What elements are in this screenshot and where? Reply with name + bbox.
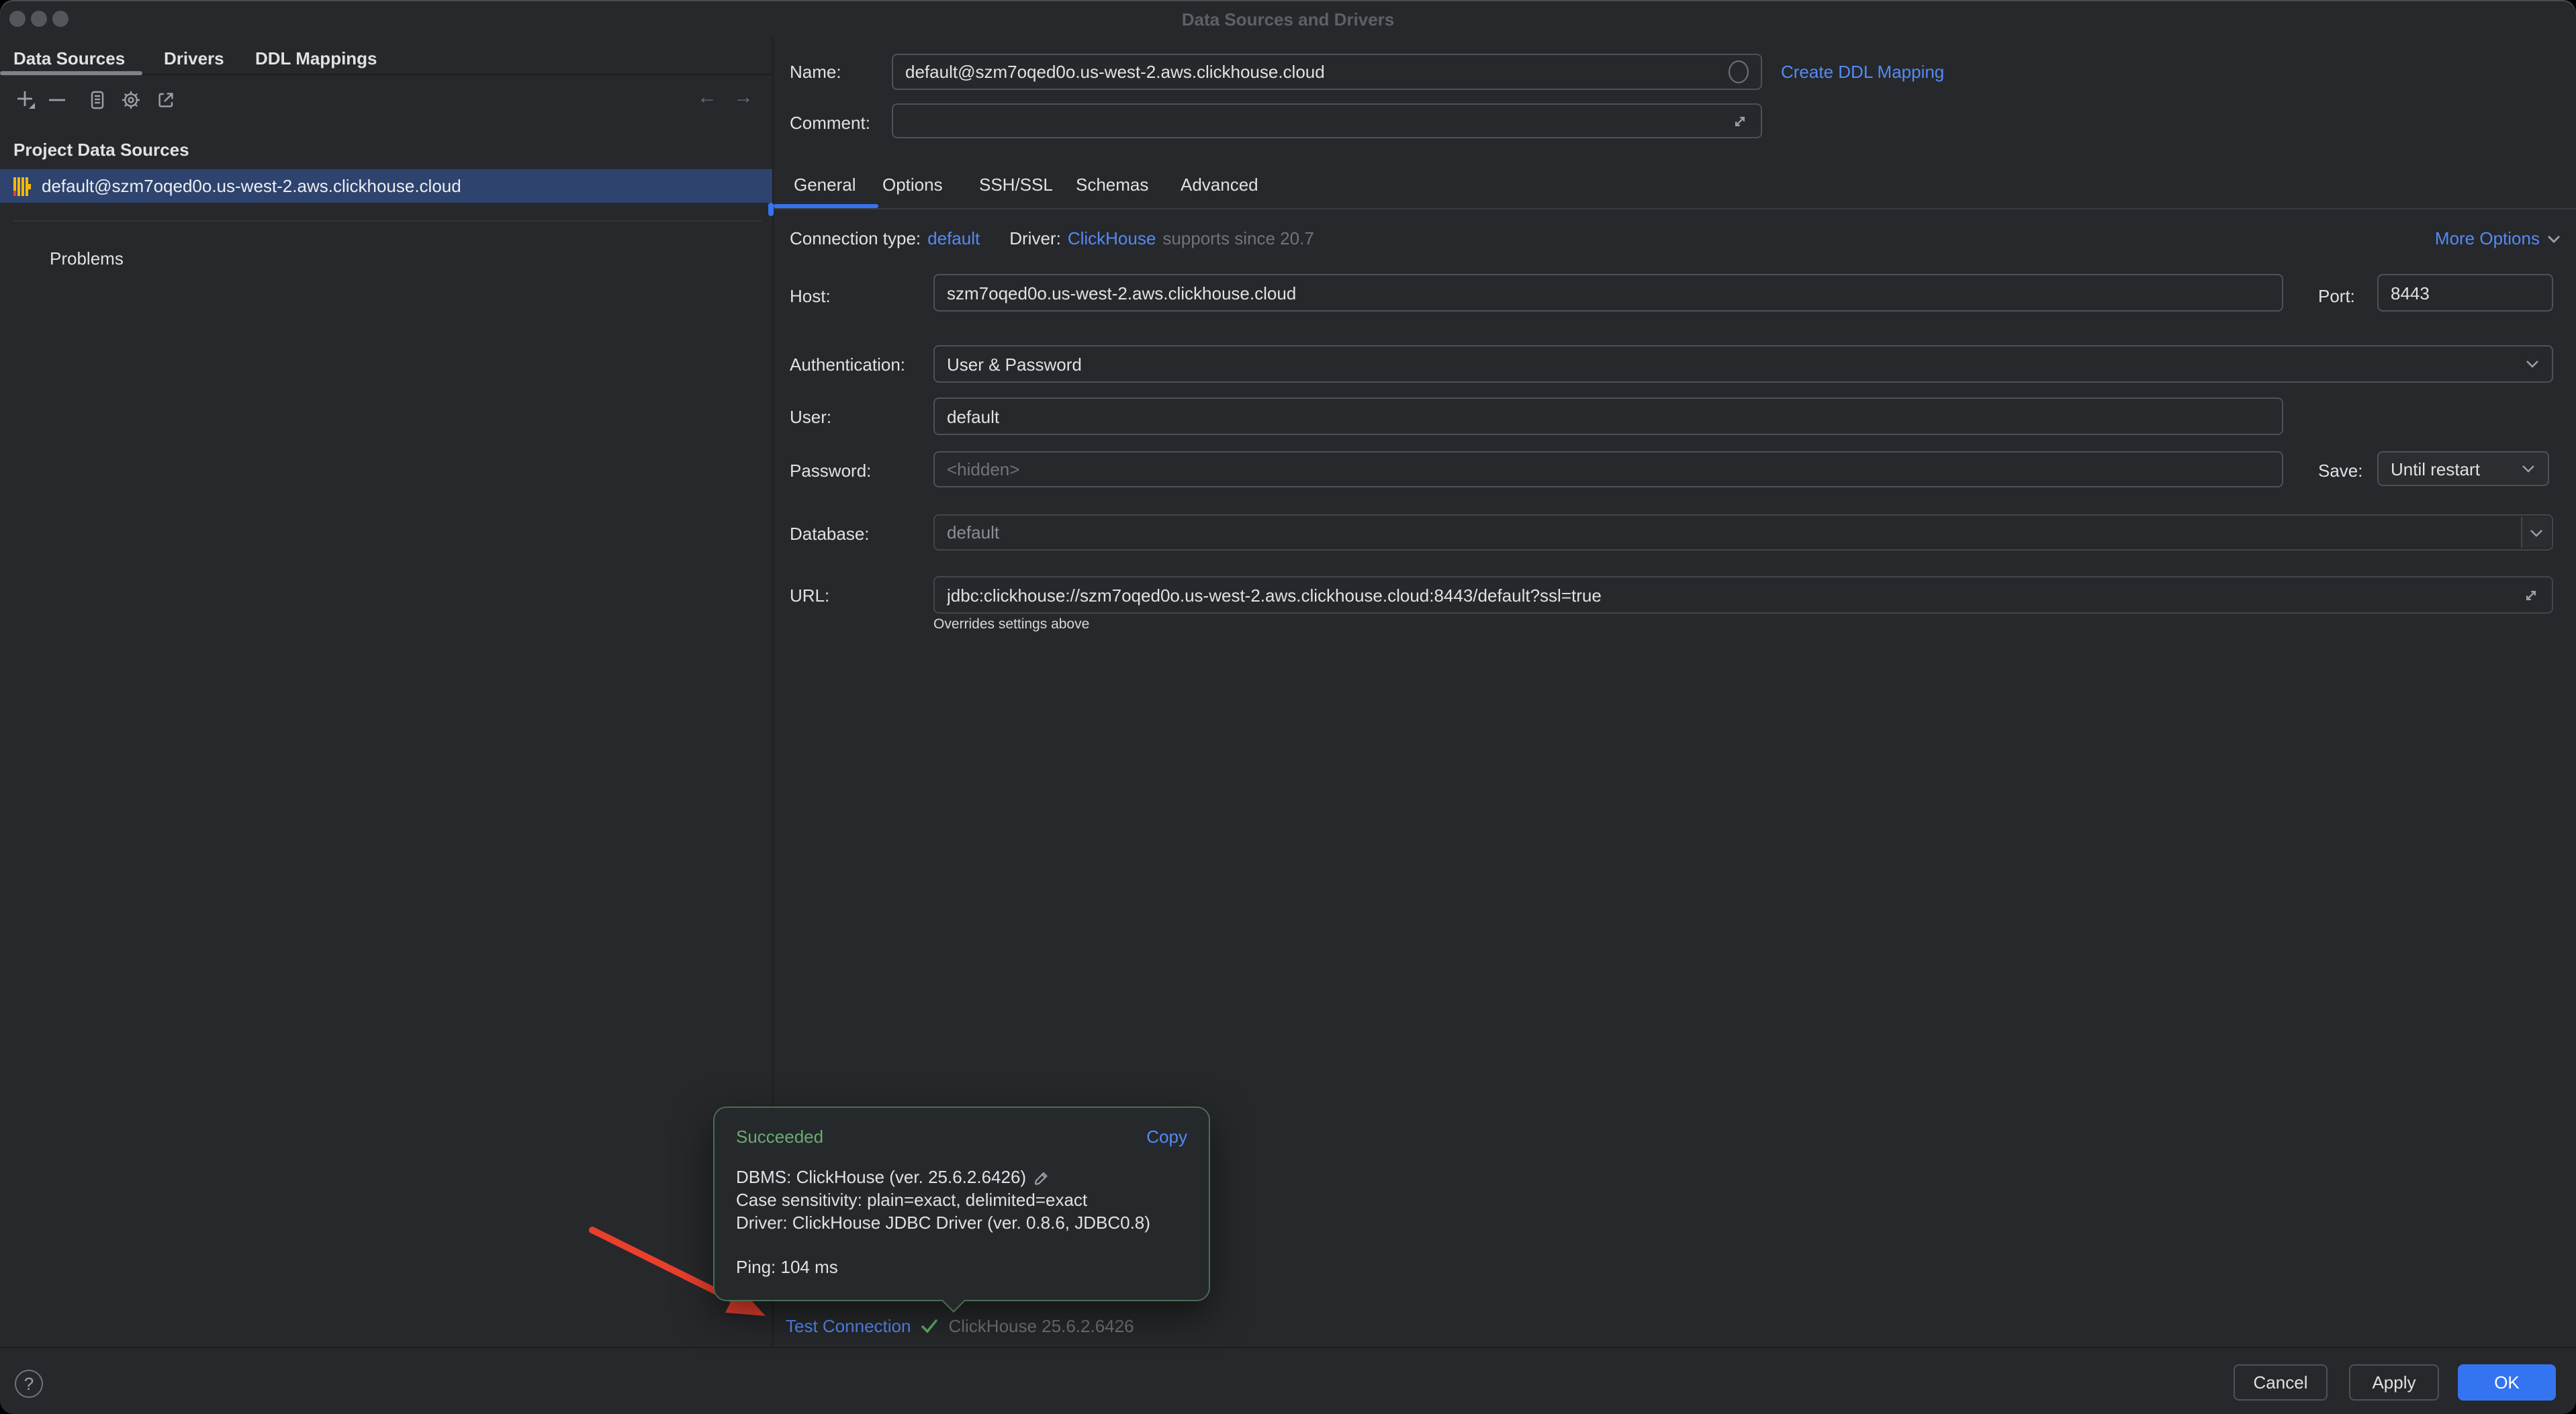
- user-input[interactable]: default: [933, 397, 2283, 435]
- problems-section-header[interactable]: Problems: [50, 248, 124, 269]
- more-options-label: More Options: [2435, 228, 2540, 248]
- help-button[interactable]: ?: [15, 1370, 43, 1398]
- driver-line: Driver: ClickHouse JDBC Driver (ver. 0.8…: [736, 1213, 1150, 1233]
- active-tab-underline: [0, 71, 142, 75]
- port-input[interactable]: 8443: [2377, 274, 2553, 312]
- authentication-value: User & Password: [947, 354, 2525, 374]
- authentication-label: Authentication:: [790, 355, 905, 375]
- password-input[interactable]: <hidden>: [933, 451, 2283, 487]
- close-window-button[interactable]: [9, 11, 26, 27]
- forward-icon[interactable]: →: [733, 86, 753, 110]
- window-title: Data Sources and Drivers: [1182, 9, 1394, 30]
- database-dropdown-button[interactable]: [2521, 517, 2550, 548]
- tab-data-sources[interactable]: Data Sources: [13, 48, 125, 68]
- tab-advanced[interactable]: Advanced: [1181, 175, 1258, 195]
- user-value: default: [947, 406, 2270, 426]
- add-data-source-button[interactable]: [15, 89, 36, 110]
- chevron-down-icon: [2546, 233, 2561, 244]
- authentication-dropdown[interactable]: User & Password: [933, 345, 2553, 383]
- chevron-down-icon: [2529, 527, 2544, 538]
- port-value: 8443: [2391, 283, 2540, 303]
- driver-value-link[interactable]: ClickHouse: [1068, 228, 1156, 248]
- remove-data-source-button[interactable]: [46, 89, 67, 110]
- save-label: Save:: [2318, 461, 2363, 481]
- tab-ddl-mappings[interactable]: DDL Mappings: [255, 48, 377, 68]
- url-label: URL:: [790, 585, 829, 606]
- settings-gear-icon[interactable]: [120, 89, 141, 110]
- splitter-handle[interactable]: [768, 203, 774, 216]
- connection-type-label: Connection type:: [790, 228, 921, 248]
- back-icon[interactable]: ←: [697, 86, 717, 110]
- database-label: Database:: [790, 524, 870, 544]
- copy-link[interactable]: Copy: [1146, 1127, 1187, 1147]
- cancel-button[interactable]: Cancel: [2234, 1364, 2328, 1401]
- tab-schemas[interactable]: Schemas: [1076, 175, 1148, 195]
- popup-pointer: [942, 1290, 965, 1313]
- host-input[interactable]: szm7oqed0o.us-west-2.aws.clickhouse.clou…: [933, 274, 2283, 312]
- dbms-line: DBMS: ClickHouse (ver. 25.6.2.6426): [736, 1167, 1049, 1187]
- data-source-color-circle-icon: [1729, 60, 1749, 83]
- connection-type-row: Connection type: default Driver: ClickHo…: [790, 228, 1314, 248]
- ping-line: Ping: 104 ms: [736, 1257, 838, 1277]
- general-tab-underline: [774, 204, 878, 208]
- chevron-down-icon: [2521, 463, 2536, 474]
- host-value: szm7oqed0o.us-west-2.aws.clickhouse.clou…: [947, 283, 2270, 303]
- tab-drivers[interactable]: Drivers: [164, 48, 224, 68]
- more-options-link[interactable]: More Options: [2435, 228, 2561, 248]
- status-succeeded: Succeeded: [736, 1127, 823, 1147]
- clickhouse-logo-icon: [13, 177, 31, 195]
- chevron-down-icon: [2525, 359, 2540, 369]
- case-sensitivity-line: Case sensitivity: plain=exact, delimited…: [736, 1190, 1087, 1210]
- driver-label: Driver:: [1009, 228, 1061, 248]
- password-placeholder: <hidden>: [947, 459, 2270, 479]
- database-combobox[interactable]: default: [933, 514, 2553, 551]
- create-ddl-mapping-link[interactable]: Create DDL Mapping: [1781, 62, 1944, 82]
- test-connection-link[interactable]: Test Connection: [786, 1316, 911, 1336]
- url-value: jdbc:clickhouse://szm7oqed0o.us-west-2.a…: [947, 585, 2522, 605]
- tabbar-divider: [774, 208, 2576, 209]
- name-label: Name:: [790, 62, 841, 82]
- open-in-editor-icon[interactable]: [154, 89, 176, 110]
- data-sources-dialog: Data Sources and Drivers Data Sources Dr…: [0, 0, 2576, 1414]
- host-label: Host:: [790, 286, 831, 306]
- save-value: Until restart: [2391, 459, 2480, 479]
- tab-options[interactable]: Options: [882, 175, 943, 195]
- name-value: default@szm7oqed0o.us-west-2.aws.clickho…: [905, 62, 1729, 82]
- data-source-name: default@szm7oqed0o.us-west-2.aws.clickho…: [42, 176, 461, 196]
- tree-section-divider: [13, 220, 762, 222]
- expand-editor-icon[interactable]: [2522, 586, 2540, 604]
- tab-ssh-ssl[interactable]: SSH/SSL: [979, 175, 1053, 195]
- screen: Data Sources and Drivers Data Sources Dr…: [0, 0, 2576, 1414]
- project-data-sources-header: Project Data Sources: [13, 140, 189, 160]
- connection-type-value-link[interactable]: default: [927, 228, 980, 248]
- database-value: default: [947, 522, 2540, 543]
- port-label: Port:: [2318, 286, 2355, 306]
- url-input[interactable]: jdbc:clickhouse://szm7oqed0o.us-west-2.a…: [933, 576, 2553, 614]
- edit-pencil-icon[interactable]: [1031, 1168, 1049, 1186]
- zoom-window-button[interactable]: [52, 11, 68, 27]
- minimize-window-button[interactable]: [31, 11, 47, 27]
- duplicate-icon[interactable]: [86, 89, 107, 110]
- apply-button[interactable]: Apply: [2349, 1364, 2439, 1401]
- expand-editor-icon[interactable]: [1731, 112, 1749, 130]
- left-tabbar: Data Sources Drivers DDL Mappings: [0, 38, 772, 75]
- data-source-list-item-selected[interactable]: default@szm7oqed0o.us-west-2.aws.clickho…: [0, 169, 772, 203]
- comment-input[interactable]: [892, 103, 1762, 138]
- test-connection-row: Test Connection ClickHouse 25.6.2.6426: [786, 1316, 1134, 1336]
- help-question-icon: ?: [24, 1374, 34, 1394]
- test-connection-result-popup: Succeeded Copy DBMS: ClickHouse (ver. 25…: [713, 1106, 1210, 1301]
- connection-version-text: ClickHouse 25.6.2.6426: [948, 1316, 1134, 1336]
- comment-label: Comment:: [790, 113, 870, 133]
- ok-button[interactable]: OK: [2458, 1364, 2556, 1401]
- name-input[interactable]: default@szm7oqed0o.us-west-2.aws.clickho…: [892, 54, 1762, 90]
- password-label: Password:: [790, 461, 871, 481]
- dropdown-corner-triangle: [28, 102, 34, 108]
- success-check-icon: [920, 1317, 939, 1335]
- url-hint: Overrides settings above: [933, 616, 1089, 632]
- save-dropdown[interactable]: Until restart: [2377, 451, 2549, 486]
- driver-hint: supports since 20.7: [1162, 228, 1314, 248]
- tab-general[interactable]: General: [794, 175, 856, 195]
- user-label: User:: [790, 407, 831, 427]
- footer-divider: [0, 1347, 2576, 1348]
